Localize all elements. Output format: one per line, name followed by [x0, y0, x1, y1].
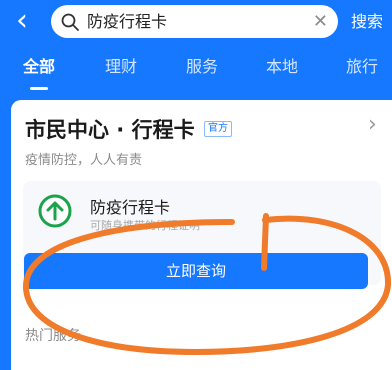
card-title[interactable]: 市民中心 · 行程卡 [25, 114, 195, 144]
service-name: 防疫行程卡 [90, 198, 171, 217]
official-badge: 官方 [204, 121, 232, 137]
tab-bar: 全部 理财 服务 本地 旅行 [0, 50, 392, 92]
tab-services[interactable]: 服务 [186, 50, 218, 84]
top-bar: ‹ 防疫行程卡 ✕ 搜索 [0, 0, 392, 46]
search-box[interactable]: 防疫行程卡 ✕ [51, 5, 338, 38]
chevron-right-icon[interactable]: › [368, 112, 377, 137]
chevron-left-icon: ‹ [16, 3, 28, 38]
service-description: 可随身携带的行程证明 [90, 219, 200, 232]
back-button[interactable]: ‹ [8, 4, 36, 38]
query-now-button[interactable]: 立即查询 [24, 253, 368, 289]
tab-all[interactable]: 全部 [23, 50, 55, 84]
tab-travel[interactable]: 旅行 [346, 50, 378, 84]
card-subtitle: 疫情防控，人人有责 [25, 153, 143, 168]
search-button[interactable]: 搜索 [351, 0, 383, 44]
search-icon [61, 13, 79, 31]
hot-services-heading: 热门服务 [25, 328, 81, 344]
search-input[interactable]: 防疫行程卡 [87, 5, 167, 38]
up-arrow-circle-icon [38, 194, 72, 228]
tab-finance[interactable]: 理财 [105, 50, 137, 84]
active-tab-indicator [30, 87, 48, 90]
clear-icon[interactable]: ✕ [313, 5, 328, 38]
tab-local[interactable]: 本地 [266, 50, 298, 84]
